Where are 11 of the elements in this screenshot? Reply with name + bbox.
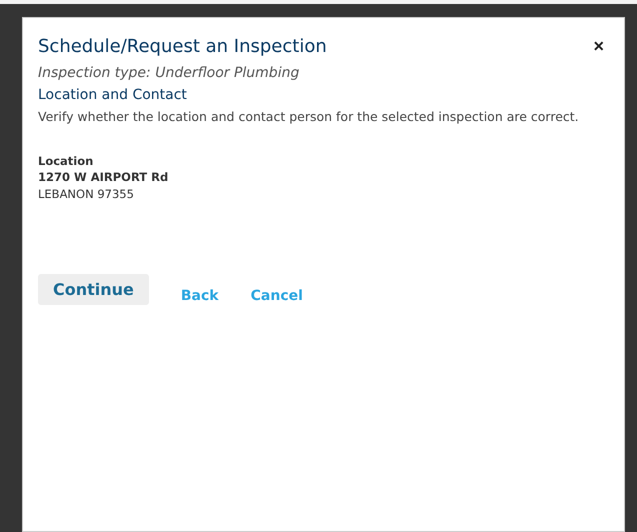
close-button[interactable]: × <box>589 36 608 57</box>
continue-button[interactable]: Continue <box>38 274 149 305</box>
address-line: 1270 W AIRPORT Rd <box>38 170 170 184</box>
location-label: Location <box>38 154 94 168</box>
address-line: LEBANON 97355 <box>38 187 135 201</box>
dialog-title: Schedule/Request an Inspection <box>38 36 327 57</box>
section-title: Location and Contact <box>38 87 188 103</box>
action-link[interactable]: Cancel <box>250 288 303 305</box>
inspection-type: Inspection type: Underfloor Plumbing <box>38 65 300 81</box>
description: Verify whether the location and contact person for the selected inspection are correct. <box>38 109 580 124</box>
action-link[interactable]: Back <box>180 288 219 305</box>
